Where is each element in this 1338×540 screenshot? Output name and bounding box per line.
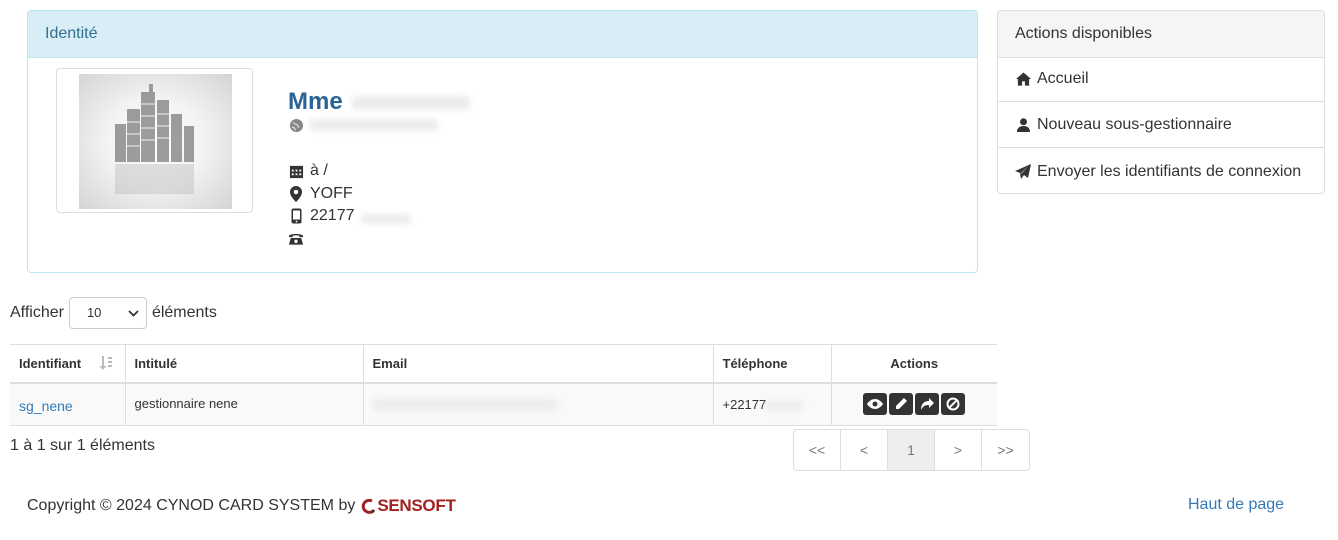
actions-panel: Actions disponibles Accueil Nouveau sous…	[997, 10, 1325, 194]
disable-button[interactable]	[941, 393, 966, 416]
cell-intitule: gestionnaire nene	[125, 382, 364, 426]
birth-text: à /	[310, 162, 328, 179]
table-header-row: Identifiant Intitulé Email Téléphone Act…	[10, 344, 997, 384]
footer: Copyright © 2024 CYNOD CARD SYSTEM by SE…	[27, 496, 456, 516]
cell-telephone: +22177	[713, 382, 832, 426]
page-length-control: Afficher 10 éléments	[10, 297, 217, 329]
actions-panel-header: Actions disponibles	[998, 11, 1324, 58]
identifiant-link[interactable]: sg_nene	[19, 398, 73, 414]
building-image	[79, 74, 232, 209]
cell-actions	[831, 382, 997, 426]
cell-identifiant: sg_nene	[10, 382, 126, 426]
redacted-email	[372, 398, 558, 411]
city-row: YOFF	[288, 185, 353, 203]
map-marker-icon	[288, 186, 304, 202]
action-send-credentials[interactable]: Envoyer les identifiants de connexion	[998, 149, 1324, 194]
cell-email	[363, 382, 714, 426]
sensoft-logo: SENSOFT	[361, 496, 456, 516]
length-suffix: éléments	[151, 304, 217, 321]
pagination: << < 1 > >>	[793, 429, 1030, 471]
sensoft-logo-icon	[362, 498, 376, 514]
mobile-row: 22177	[288, 207, 411, 225]
action-new-subadmin-label: Nouveau sous-gestionnaire	[1037, 116, 1232, 133]
col-email[interactable]: Email	[363, 344, 714, 384]
sub-managers-table: Identifiant Intitulé Email Téléphone Act…	[10, 344, 997, 426]
page-length-select[interactable]: 10	[68, 297, 147, 329]
length-prefix: Afficher	[10, 304, 64, 321]
birth-row: à /	[288, 162, 328, 180]
city-text: YOFF	[310, 185, 353, 202]
action-new-subadmin[interactable]: Nouveau sous-gestionnaire	[998, 103, 1324, 148]
send-icon	[1015, 164, 1031, 180]
back-to-top-link[interactable]: Haut de page	[1188, 496, 1284, 514]
pagination-last[interactable]: >>	[982, 430, 1029, 470]
mobile-text: 22177	[310, 207, 355, 224]
redacted-name	[352, 96, 470, 110]
profile-thumbnail	[56, 68, 253, 213]
chevron-down-icon	[128, 299, 139, 329]
col-identifiant[interactable]: Identifiant	[10, 344, 126, 384]
identity-panel-title: Identité	[45, 25, 98, 42]
share-icon	[921, 398, 935, 411]
action-accueil-label: Accueil	[1037, 70, 1089, 87]
pencil-icon	[896, 398, 908, 410]
pagination-page-1[interactable]: 1	[888, 430, 935, 470]
actions-panel-title: Actions disponibles	[1015, 25, 1152, 42]
brand-text: SENSOFT	[377, 496, 456, 515]
sort-icon	[99, 356, 113, 373]
col-actions: Actions	[831, 344, 997, 384]
pagination-next[interactable]: >	[935, 430, 982, 470]
redacted-mobile	[360, 214, 411, 224]
col-intitule[interactable]: Intitulé	[125, 344, 364, 384]
table-info: 1 à 1 sur 1 éléments	[10, 437, 155, 454]
globe-icon	[288, 117, 304, 133]
edit-button[interactable]	[889, 393, 914, 416]
calendar-icon	[288, 163, 304, 179]
website-row	[288, 117, 438, 133]
telephone-icon	[288, 230, 304, 246]
home-icon	[1015, 71, 1031, 87]
ban-icon	[946, 397, 960, 411]
pagination-first[interactable]: <<	[794, 430, 841, 470]
forward-button[interactable]	[915, 393, 940, 416]
user-icon	[1015, 117, 1031, 133]
person-name: Mme	[288, 88, 343, 116]
col-telephone[interactable]: Téléphone	[713, 344, 832, 384]
action-accueil[interactable]: Accueil	[998, 57, 1324, 102]
civility: Mme	[288, 88, 343, 115]
phone-row	[288, 230, 304, 246]
eye-icon	[867, 399, 884, 410]
table-row: sg_nene gestionnaire nene +22177	[10, 382, 997, 426]
page-length-value: 10	[86, 305, 102, 320]
redacted-website	[310, 119, 438, 131]
identity-panel-header: Identité	[28, 11, 977, 58]
mobile-phone-icon	[288, 208, 304, 224]
copyright-text: Copyright © 2024 CYNOD CARD SYSTEM by	[27, 497, 356, 514]
view-button[interactable]	[863, 393, 888, 416]
action-send-credentials-label: Envoyer les identifiants de connexion	[1037, 162, 1302, 180]
pagination-prev[interactable]: <	[841, 430, 888, 470]
redacted-phone	[766, 400, 803, 411]
